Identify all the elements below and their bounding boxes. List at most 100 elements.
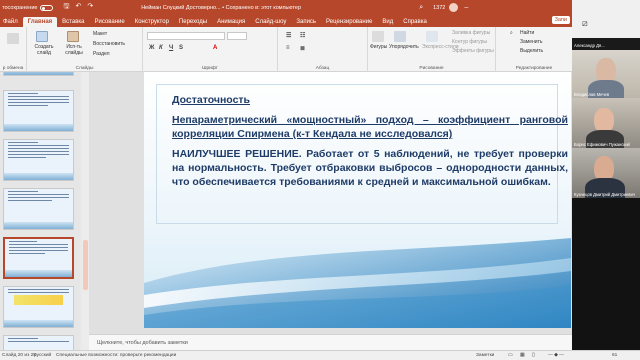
redo-icon[interactable]: ↷ — [87, 2, 93, 13]
underline-icon[interactable]: Ч — [169, 45, 173, 51]
slide-heading: Достаточность — [172, 94, 251, 106]
new-slide-button[interactable]: Создать слайд — [33, 44, 55, 56]
slide-thumbnail[interactable] — [3, 72, 74, 76]
reading-view-icon[interactable]: ▯ — [532, 353, 535, 358]
bold-icon[interactable]: Ж — [149, 45, 154, 51]
font-group: Ж К Ч S A Шрифт — [143, 27, 278, 72]
camera-off-icon: ⧄ — [582, 18, 588, 28]
clipboard-group: р обмена — [0, 27, 27, 72]
replace-button[interactable]: Заменить — [520, 39, 542, 45]
align-center-icon[interactable]: ≣ — [300, 45, 305, 52]
section-button[interactable]: Раздел — [93, 51, 110, 57]
shapes-icon[interactable] — [372, 31, 384, 42]
font-color-icon[interactable]: A — [213, 45, 217, 51]
minimize-icon[interactable]: – — [464, 4, 468, 11]
tab-insert[interactable]: Вставка — [57, 19, 89, 27]
tab-file[interactable]: Файл — [0, 19, 23, 27]
participant-name: Александр Дя... — [574, 43, 605, 48]
shape-fill-button[interactable]: Заливка фигуры — [452, 30, 490, 36]
language-indicator[interactable]: русский — [34, 353, 51, 358]
slide-canvas[interactable]: Достаточность Непараметрический «мощност… — [144, 72, 571, 328]
save-icon[interactable]: 🖫 — [63, 2, 69, 13]
autosave-toggle[interactable] — [40, 4, 54, 11]
bullets-icon[interactable]: ☰ — [286, 32, 291, 39]
notes-toggle[interactable]: Заметки — [476, 353, 494, 358]
avatar[interactable] — [449, 3, 459, 12]
slide-counter: Слайд 20 из 28 — [2, 353, 36, 358]
undo-icon[interactable]: ↶ — [75, 2, 81, 13]
tab-draw[interactable]: Рисование — [89, 19, 129, 27]
shapes-button[interactable]: Фигуры — [370, 44, 387, 50]
slide-paragraph-2: НАИЛУЧШЕЕ РЕШЕНИЕ. Работает от 5 наблюде… — [172, 148, 568, 188]
find-icon[interactable]: ⌕ — [510, 30, 513, 36]
slide-thumbnail[interactable] — [3, 139, 74, 181]
tab-help[interactable]: Справка — [398, 19, 432, 27]
status-bar: Слайд 20 из 28 русский Специальные возмо… — [0, 350, 640, 360]
tab-design[interactable]: Конструктор — [130, 19, 174, 27]
normal-view-icon[interactable]: ▭ — [508, 353, 513, 358]
ribbon-tabs: Файл Главная Вставка Рисование Конструкт… — [0, 15, 572, 27]
participant-tile[interactable]: Кузнецов Дмитрий Дмитриевич — [572, 148, 640, 198]
slide-text-body[interactable]: Достаточность Непараметрический «мощност… — [172, 94, 568, 195]
tab-animations[interactable]: Анимация — [212, 19, 250, 27]
arrange-icon[interactable] — [394, 31, 406, 42]
tab-review[interactable]: Рецензирование — [321, 19, 377, 27]
shape-outline-button[interactable]: Контур фигуры — [452, 39, 487, 45]
align-left-icon[interactable]: ≡ — [286, 45, 290, 51]
slide-thumbnail[interactable] — [3, 90, 74, 132]
layout-button[interactable]: Макет — [93, 31, 107, 37]
paste-icon[interactable] — [7, 33, 19, 44]
slide-thumbnail-selected[interactable] — [3, 237, 74, 279]
accessibility-status[interactable]: Специальные возможности: проверьте реком… — [56, 353, 176, 358]
slide-thumbnail[interactable] — [3, 286, 74, 328]
participant-tile[interactable]: Александр Дя... — [572, 38, 640, 50]
shape-effects-button[interactable]: Эффекты фигуры — [452, 48, 494, 54]
slide-thumbnail[interactable] — [3, 335, 74, 350]
italic-icon[interactable]: К — [159, 45, 163, 51]
zoom-slider[interactable]: — ◆ — — [548, 353, 564, 358]
drawing-group: Фигуры Упорядочить Экспресс-стили Заливк… — [368, 27, 496, 72]
tab-view[interactable]: Вид — [377, 19, 398, 27]
participant-name: Владислав Мечев — [574, 92, 610, 97]
editing-group: ⌕ Найти Заменить Выделить Редактирование — [496, 27, 572, 72]
slides-group: Создать слайд Исп-ть слайды Макет Восста… — [27, 27, 143, 72]
slide-thumbnail[interactable] — [3, 188, 74, 230]
reuse-slides-icon[interactable] — [67, 31, 79, 42]
find-button[interactable]: Найти — [520, 30, 534, 36]
participant-name: Борис Ефимович Пужанский — [574, 142, 630, 147]
notes-pane[interactable]: Щелкните, чтобы добавить заметки — [89, 334, 572, 350]
slide-work-area: Достаточность Непараметрический «мощност… — [89, 72, 572, 338]
slides-label: Слайды — [75, 66, 94, 71]
zoom-level[interactable]: 61 — [612, 353, 617, 358]
video-tile-empty[interactable]: ⧄ — [572, 0, 640, 38]
record-button[interactable]: Запи — [551, 16, 570, 24]
font-family-select[interactable] — [147, 32, 225, 40]
document-title: Нейман Слуцкий Достоверно... • Сохранено… — [141, 4, 302, 11]
tab-slideshow[interactable]: Слайд-шоу — [250, 19, 291, 27]
font-label: Шрифт — [202, 66, 218, 71]
participant-tile[interactable]: Владислав Мечев — [572, 50, 640, 98]
tab-record[interactable]: Запись — [291, 19, 321, 27]
slide-paragraph-1: Непараметрический «мощностный» подход – … — [172, 114, 568, 140]
participant-name: Кузнецов Дмитрий Дмитриевич — [574, 192, 636, 197]
strikethrough-icon[interactable]: S — [179, 45, 183, 51]
paragraph-group: ☰ ☷ ≡ ≣ Абзац — [278, 27, 368, 72]
participant-tile[interactable]: Борис Ефимович Пужанский — [572, 98, 640, 148]
reset-button[interactable]: Восстановить — [93, 41, 125, 47]
select-button[interactable]: Выделить — [520, 48, 543, 54]
user-id: 1372 — [433, 4, 446, 11]
tab-home[interactable]: Главная — [22, 17, 58, 27]
quick-styles-icon[interactable] — [426, 31, 438, 42]
font-size-select[interactable] — [227, 32, 247, 40]
slide-background-waves — [144, 238, 571, 328]
search-icon[interactable]: ⌕ — [419, 4, 423, 12]
tab-transitions[interactable]: Переходы — [174, 19, 212, 27]
slide-sorter-icon[interactable]: ▦ — [520, 353, 525, 358]
notes-placeholder: Щелкните, чтобы добавить заметки — [97, 340, 188, 346]
reuse-slides-button[interactable]: Исп-ть слайды — [60, 44, 88, 56]
thumbnails-scrollbar[interactable] — [82, 72, 89, 350]
numbering-icon[interactable]: ☷ — [300, 32, 305, 39]
ribbon: р обмена Создать слайд Исп-ть слайды Мак… — [0, 27, 572, 72]
new-slide-icon[interactable] — [36, 31, 48, 42]
arrange-button[interactable]: Упорядочить — [389, 44, 419, 50]
